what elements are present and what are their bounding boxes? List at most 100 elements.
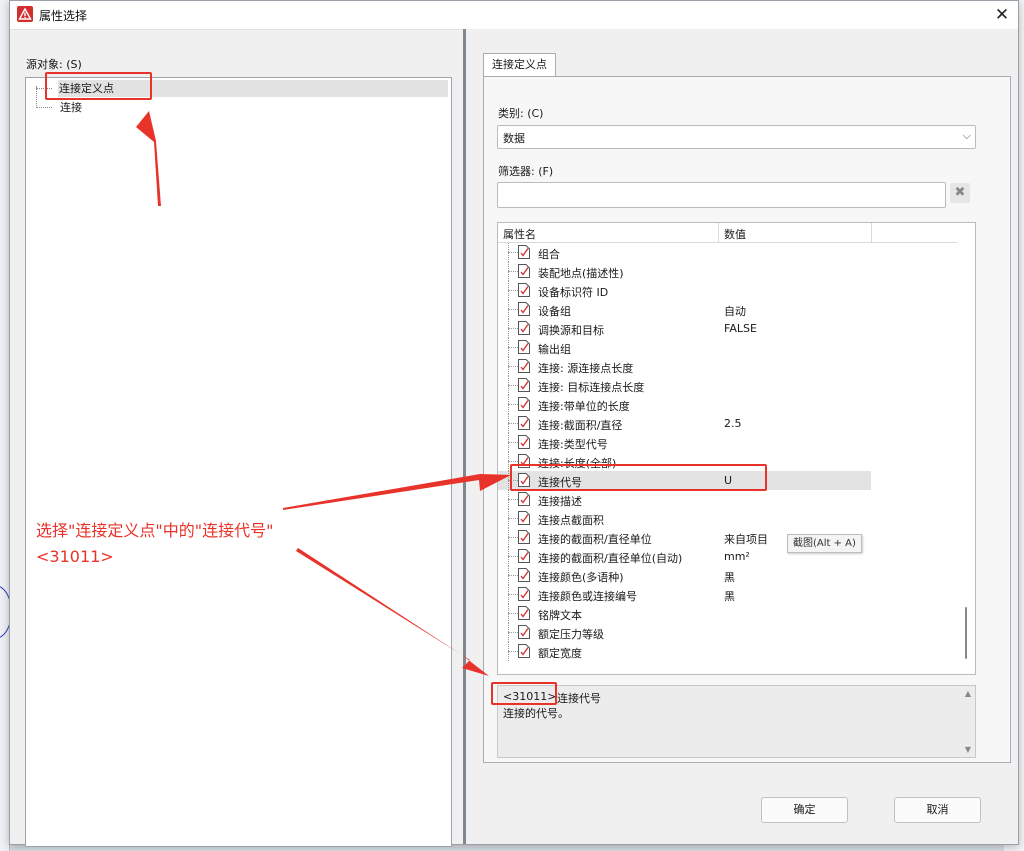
property-document-icon <box>518 454 530 468</box>
close-button[interactable]: ✕ <box>988 1 1016 29</box>
table-row[interactable]: 组合 <box>498 243 957 262</box>
title-bar: 属性选择 ✕ <box>10 1 1018 30</box>
tree-connector <box>508 537 518 538</box>
property-value: 黑 <box>724 590 735 603</box>
category-value: 数据 <box>503 132 525 145</box>
table-row[interactable]: 连接点截面积 <box>498 509 957 528</box>
property-name: 连接点截面积 <box>538 514 604 527</box>
source-object-tree[interactable]: 连接定义点 连接 <box>25 77 452 847</box>
column-header-name[interactable]: 属性名 <box>503 226 536 242</box>
annotation-code: <31011> <box>36 547 114 566</box>
column-divider[interactable] <box>718 223 719 242</box>
filter-input[interactable] <box>497 182 946 208</box>
property-document-icon <box>518 283 530 297</box>
property-document-icon <box>518 302 530 316</box>
column-divider[interactable] <box>871 223 872 242</box>
property-document-icon <box>518 264 530 278</box>
table-row[interactable]: 连接:截面积/直径 2.5 <box>498 414 957 433</box>
table-row[interactable]: 调换源和目标 FALSE <box>498 319 957 338</box>
description-text: 连接的代号。 <box>503 707 569 720</box>
property-name: 连接: 目标连接点长度 <box>538 381 645 394</box>
dialog-title: 属性选择 <box>39 9 88 23</box>
table-row[interactable]: 连接:带单位的长度 <box>498 395 957 414</box>
tab-content: 类别: (C) 数据 ⌵ 筛选器: (F) ✖ 属性名 数值 组合 装配地点(描述… <box>483 76 1011 763</box>
cancel-button[interactable]: 取消 <box>894 797 981 823</box>
tree-connector <box>36 107 52 108</box>
property-document-icon <box>518 549 530 563</box>
table-row[interactable]: 连接颜色(多语种) 黑 <box>498 566 957 585</box>
tree-connector <box>508 385 518 386</box>
app-warning-icon <box>17 6 33 22</box>
property-document-icon <box>518 625 530 639</box>
property-document-icon <box>518 397 530 411</box>
property-name: 调换源和目标 <box>538 324 604 337</box>
tree-connector <box>508 480 518 481</box>
property-document-icon <box>518 340 530 354</box>
table-row[interactable]: 额定宽度 <box>498 642 957 661</box>
table-row[interactable]: 铭牌文本 <box>498 604 957 623</box>
chevron-down-icon: ⌵ <box>962 129 971 142</box>
property-document-icon <box>518 378 530 392</box>
property-name: 额定压力等级 <box>538 628 604 641</box>
tree-connector <box>36 86 37 106</box>
tree-item-connection-definition-point[interactable]: 连接定义点 <box>58 80 448 97</box>
property-value: U <box>724 474 733 487</box>
tree-item-connection[interactable]: 连接 <box>59 99 82 116</box>
description-panel: <31011> 连接代号 连接的代号。 ▲ ▼ <box>497 685 976 758</box>
category-select[interactable]: 数据 ⌵ <box>497 125 976 149</box>
table-row[interactable]: 连接: 源连接点长度 <box>498 357 957 376</box>
table-row[interactable]: 设备标识符 ID <box>498 281 957 300</box>
tree-connector <box>508 594 518 595</box>
annotation-text: 选择"连接定义点"中的"连接代号" <31011> <box>36 518 273 570</box>
table-row[interactable]: 输出组 <box>498 338 957 357</box>
tree-connector <box>36 88 52 89</box>
scrollbar-thumb[interactable] <box>965 607 967 659</box>
table-row[interactable]: 连接:长度(全部) <box>498 452 957 471</box>
ok-button[interactable]: 确定 <box>761 797 848 823</box>
property-value: 2.5 <box>724 417 742 430</box>
table-row[interactable]: 连接的截面积/直径单位 来自项目 <box>498 528 957 547</box>
property-name: 组合 <box>538 248 560 261</box>
description-property-id: <31011> <box>503 690 557 703</box>
table-row[interactable]: 设备组 自动 <box>498 300 957 319</box>
table-row[interactable]: 连接颜色或连接编号 黑 <box>498 585 957 604</box>
tree-connector <box>508 461 518 462</box>
table-row[interactable]: 装配地点(描述性) <box>498 262 957 281</box>
tree-connector <box>508 328 518 329</box>
tree-item-label: 连接 <box>60 101 82 114</box>
clear-filter-icon[interactable]: ✖ <box>950 183 970 203</box>
tree-connector <box>508 252 518 253</box>
annotation-instruction: 选择"连接定义点"中的"连接代号" <box>36 521 274 540</box>
category-label: 类别: (C) <box>498 107 544 120</box>
table-row[interactable]: 连接: 目标连接点长度 <box>498 376 957 395</box>
table-row[interactable]: 连接描述 <box>498 490 957 509</box>
grid-header: 属性名 数值 <box>498 223 957 243</box>
grid-scrollbar[interactable] <box>958 223 974 674</box>
tab-connection-definition-point[interactable]: 连接定义点 <box>483 53 556 76</box>
property-document-icon <box>518 473 530 487</box>
tree-connector <box>508 575 518 576</box>
tree-connector <box>508 290 518 291</box>
property-value: 黑 <box>724 571 735 584</box>
screenshot-tooltip: 截图(Alt + A) <box>787 534 862 553</box>
tree-connector <box>508 518 518 519</box>
table-row[interactable]: 连接的截面积/直径单位(自动) mm² <box>498 547 957 566</box>
scroll-down-icon[interactable]: ▼ <box>965 745 971 754</box>
table-row[interactable]: 连接代号 U <box>498 471 871 490</box>
scroll-up-icon[interactable]: ▲ <box>965 689 971 698</box>
property-name: 连接的截面积/直径单位(自动) <box>538 552 683 565</box>
property-name: 设备组 <box>538 305 571 318</box>
property-name: 连接描述 <box>538 495 582 508</box>
property-document-icon <box>518 245 530 259</box>
tree-connector <box>508 404 518 405</box>
property-grid[interactable]: 属性名 数值 组合 装配地点(描述性) 设备标识符 ID 设备组 自动 调换源和目标 FAL… <box>497 222 976 675</box>
property-document-icon <box>518 492 530 506</box>
column-header-value[interactable]: 数值 <box>724 226 746 242</box>
property-name: 连接:长度(全部) <box>538 457 617 470</box>
property-name: 连接:截面积/直径 <box>538 419 623 432</box>
source-object-label: 源对象: (S) <box>26 58 82 71</box>
property-name: 输出组 <box>538 343 571 356</box>
tree-connector <box>508 347 518 348</box>
table-row[interactable]: 额定压力等级 <box>498 623 957 642</box>
table-row[interactable]: 连接:类型代号 <box>498 433 957 452</box>
